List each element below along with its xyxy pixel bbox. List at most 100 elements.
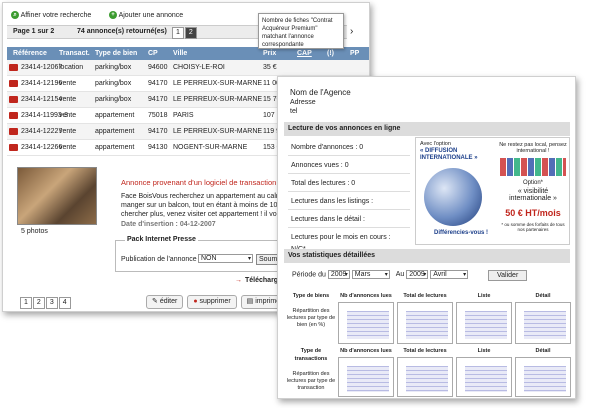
chart-area [406, 366, 448, 392]
description-line-1: Face BoisVous recherchez un appartement … [121, 193, 299, 200]
add-listing-link[interactable]: + Ajouter une annonce [109, 11, 183, 19]
international-option-ad[interactable]: Avec l'option « DIFFUSION INTERNATIONALE… [415, 137, 570, 245]
table-cell: 94170 [148, 80, 168, 87]
table-cell: 75018 [148, 112, 168, 119]
stat-total-reads: Total des lectures : 0 [288, 177, 410, 192]
grid2-cell-2 [456, 357, 512, 397]
table-cell: 94170 [148, 96, 168, 103]
pdf-icon[interactable] [9, 96, 18, 103]
table-cell: vente [59, 112, 77, 119]
stats-grid-transaction-type: Type de transactions Répartition des lec… [286, 347, 571, 397]
footer-page-1[interactable]: 1 [20, 297, 32, 309]
edit-button[interactable]: ✎ éditer [146, 295, 184, 309]
table-cell: LE PERREUX-SUR-MARNE [173, 96, 263, 103]
grid2-header-1: Total de lectures [403, 348, 447, 354]
pdf-icon[interactable] [9, 80, 18, 87]
listing-provenance: Annonce provenant d'un logiciel de trans… [121, 178, 277, 187]
table-cell[interactable]: 23414-12067 [21, 61, 62, 74]
footer-page-3[interactable]: 3 [45, 297, 58, 309]
table-cell: vente [59, 144, 77, 151]
table-cell[interactable]: 23414-12266 [21, 141, 62, 154]
grid2-cell-1 [397, 357, 453, 397]
to-year-select[interactable]: 2009 [406, 270, 429, 279]
grid2-type-header: Type de transactions [294, 348, 328, 362]
col-cp[interactable]: CP [148, 47, 158, 60]
table-cell[interactable]: 23414-12227 [21, 125, 62, 138]
grid1-cell-2 [456, 302, 512, 344]
pdf-icon[interactable] [9, 64, 18, 71]
table-cell: appartement [95, 128, 135, 135]
delete-icon: ● [193, 298, 198, 305]
stat-detail-reads: Lectures dans le détail : [288, 213, 410, 228]
delete-button[interactable]: ● supprimer [187, 295, 237, 309]
from-year-select[interactable]: 2009 [327, 270, 350, 279]
chart-area [524, 311, 566, 339]
grid1-cell-0 [338, 302, 394, 344]
grid1-header-1: Total de lectures [403, 293, 447, 299]
table-cell: LE PERREUX-SUR-MARNE [173, 80, 263, 87]
table-cell: 94170 [148, 128, 168, 135]
grid2-header-0: Nb d'annonces lues [340, 348, 392, 354]
table-cell: location [59, 64, 84, 71]
table-cell: parking/box [95, 96, 132, 103]
col-pp[interactable]: PP [350, 47, 359, 60]
table-cell: PARIS [173, 112, 194, 119]
validate-button[interactable]: Valider [488, 270, 528, 281]
chart-area [347, 366, 389, 392]
footer-page-4[interactable]: 4 [58, 297, 71, 309]
printer-icon: ▤ [246, 298, 254, 305]
property-photo[interactable] [17, 167, 97, 225]
grid2-row-label: Répartition des lectures par type de tra… [286, 371, 336, 391]
table-cell: 35 € [263, 64, 277, 71]
table-cell: vente [59, 128, 77, 135]
online-section-title: Lecture de vos annonces en ligne [284, 122, 570, 136]
grid1-header-3: Détail [535, 293, 551, 299]
table-cell: LE PERREUX-SUR-MARNE [173, 128, 263, 135]
table-cell: NOGENT-SUR-MARNE [173, 144, 248, 151]
footer-page-2[interactable]: 2 [32, 297, 45, 309]
table-cell: 94600 [148, 64, 168, 71]
grid2-header-3: Détail [535, 348, 551, 354]
pdf-icon[interactable] [9, 144, 18, 151]
grid1-cell-3 [515, 302, 571, 344]
page-button-1[interactable]: 1 [172, 27, 184, 39]
next-arrow-icon[interactable]: › [350, 26, 353, 37]
table-cell[interactable]: 23414-12154 [21, 93, 62, 106]
col-transaction[interactable]: Transact. [59, 47, 90, 60]
refine-search-link[interactable]: ⌕ Affiner votre recherche [11, 11, 91, 19]
from-month-select[interactable]: Mars [351, 270, 390, 279]
to-month-select[interactable]: Avril [430, 270, 469, 279]
insertion-date: Date d'insertion : 04-12-2007 [121, 221, 216, 228]
stat-ads-count: Nombre d'annonces : 0 [288, 141, 410, 156]
table-cell: vente [59, 80, 77, 87]
chart-area [465, 366, 507, 392]
grid2-header-2: Liste [477, 348, 491, 354]
period-filter: Période du 2009 Mars Au 2009 Avril [292, 270, 469, 279]
pdf-icon[interactable] [9, 128, 18, 135]
agency-name: Nom de l'Agence [290, 88, 351, 97]
col-ville[interactable]: Ville [173, 47, 187, 60]
chart-area [347, 311, 389, 339]
publication-select[interactable]: NON [198, 254, 253, 263]
table-cell: parking/box [95, 64, 132, 71]
page-button-2[interactable]: 2 [184, 27, 197, 39]
agency-tel: tel [290, 108, 298, 115]
pencil-icon: ✎ [152, 298, 158, 305]
pack-title: Pack Internet Presse [125, 236, 198, 243]
download-arrow-icon: → [235, 277, 242, 284]
photo-count: 5 photos [21, 228, 48, 235]
table-cell: appartement [95, 144, 135, 151]
table-row[interactable]: 23414-12067 location parking/box 94600 CHOIS… [7, 60, 369, 76]
grid1-header-0: Nb d'annonces lues [340, 293, 392, 299]
col-reference[interactable]: Référence [13, 47, 47, 60]
table-cell[interactable]: 23414-12196 [21, 77, 62, 90]
stats-section-title: Vos statistiques détaillées [284, 249, 570, 263]
plus-icon: + [109, 11, 117, 19]
description-line-2: manger sur un balcon, tout en étant à mo… [121, 202, 299, 209]
pdf-icon[interactable] [9, 112, 18, 119]
grid1-cell-1 [397, 302, 453, 344]
grid2-cell-3 [515, 357, 571, 397]
search-icon: ⌕ [11, 11, 19, 19]
table-cell: CHOISY-LE-ROI [173, 64, 225, 71]
col-type[interactable]: Type de bien [95, 47, 137, 60]
